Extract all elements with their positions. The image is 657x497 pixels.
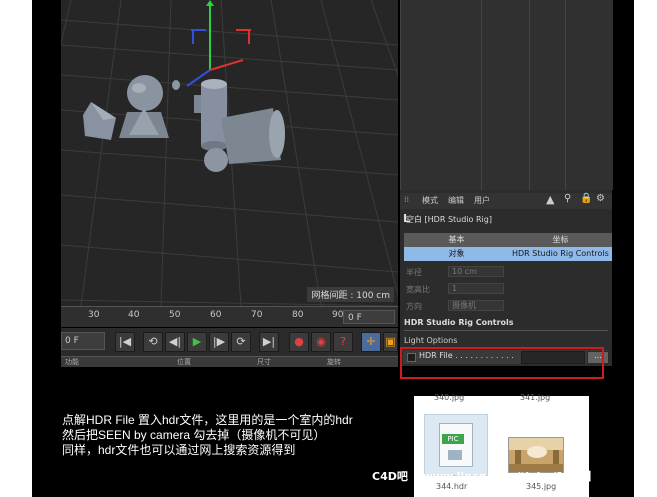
document-icon: PIC bbox=[439, 423, 473, 467]
coord-tab[interactable]: 功能 bbox=[65, 357, 79, 367]
play-backward-icon[interactable]: ◀| bbox=[165, 332, 185, 352]
tab-basic[interactable]: 基本 bbox=[404, 233, 509, 247]
radius-label: 半径 bbox=[406, 268, 422, 277]
world-axis bbox=[186, 0, 251, 87]
attribute-menu-bar: ⁞⁞ 模式 编辑 用户 ▲ ⚲ 🔒 ⚙ bbox=[400, 193, 612, 209]
timeline-tick: 70 bbox=[251, 310, 263, 320]
autokey-icon[interactable]: ◉ bbox=[311, 332, 331, 352]
tab-coord[interactable]: 坐标 bbox=[509, 233, 612, 247]
coord-tab[interactable]: 尺寸 bbox=[257, 357, 271, 367]
aspect-field[interactable]: 1 bbox=[448, 283, 504, 294]
aspect-label: 宽高比 bbox=[406, 285, 430, 294]
caption-line: 点解HDR File 置入hdr文件，这里用的是一个室内的hdr bbox=[62, 413, 353, 427]
timeline-tick: 50 bbox=[169, 310, 181, 320]
column-divider bbox=[529, 0, 530, 190]
timeline-tick: 90 bbox=[332, 310, 344, 320]
go-to-start-icon[interactable]: |◀ bbox=[115, 332, 135, 352]
3d-viewport[interactable]: 网格间距 : 100 cm bbox=[61, 0, 398, 306]
coord-tab[interactable]: 位置 bbox=[177, 357, 191, 367]
move-tool-icon[interactable]: ✛ bbox=[361, 332, 381, 352]
grid-spacing-label: 网格间距 : 100 cm bbox=[307, 287, 394, 302]
play-icon[interactable]: ▶ bbox=[187, 332, 207, 352]
direction-label: 方向 bbox=[406, 302, 422, 311]
menu-mode[interactable]: 模式 bbox=[422, 195, 438, 206]
menu-user[interactable]: 用户 bbox=[474, 195, 490, 206]
object-title: 空白 [HDR Studio Rig] bbox=[406, 215, 492, 224]
caption-line: 同样，hdr文件也可以通过网上搜索资源得到 bbox=[62, 443, 296, 457]
section-title: HDR Studio Rig Controls bbox=[404, 318, 514, 327]
highlight-box bbox=[400, 347, 604, 379]
timeline-tick: 40 bbox=[128, 310, 140, 320]
light-options-heading: Light Options bbox=[404, 336, 458, 345]
direction-select[interactable]: 摄像机 bbox=[448, 300, 504, 311]
step-back-icon[interactable]: ⟲ bbox=[143, 332, 163, 352]
tab-object[interactable]: 对象 bbox=[404, 247, 509, 261]
play-forward-icon[interactable]: |▶ bbox=[209, 332, 229, 352]
keyframe-icon[interactable]: ? bbox=[333, 332, 353, 352]
transport-bar: 0 F |◀ ⟲ ◀| ▶ |▶ ⟳ ▶| ● ◉ ? ✛ ▣ bbox=[61, 328, 398, 356]
column-divider bbox=[565, 0, 566, 190]
tutorial-caption: 点解HDR File 置入hdr文件，这里用的是一个室内的hdr 然后把SEEN… bbox=[62, 413, 353, 458]
search-icon[interactable]: ⚲ bbox=[564, 193, 571, 204]
start-frame-field[interactable]: 0 F bbox=[61, 332, 105, 350]
menu-edit[interactable]: 编辑 bbox=[448, 195, 464, 206]
radius-field[interactable]: 10 cm bbox=[448, 266, 504, 277]
settings-icon[interactable]: ⚙ bbox=[596, 193, 605, 204]
file-name[interactable]: 340.jpg bbox=[434, 393, 464, 402]
object-manager[interactable] bbox=[400, 0, 613, 190]
current-frame-field[interactable]: 0 F bbox=[343, 310, 395, 324]
timeline-tick: 80 bbox=[292, 310, 304, 320]
coordinates-bar: 功能 位置 尺寸 旋转 bbox=[61, 356, 398, 367]
step-forward-icon[interactable]: ⟳ bbox=[231, 332, 251, 352]
right-panel: ⁞⁞ 模式 编辑 用户 ▲ ⚲ 🔒 ⚙ L 空白 [HDR Studio Rig… bbox=[400, 0, 613, 366]
pic-badge: PIC bbox=[442, 434, 464, 444]
puzzle-icon bbox=[448, 450, 462, 460]
scale-tool-icon[interactable]: ▣ bbox=[383, 332, 398, 352]
watermark: C4D吧 【www.lincg.com/tieba/1799】 bbox=[372, 470, 598, 483]
timeline-tick: 60 bbox=[210, 310, 222, 320]
section-divider bbox=[404, 330, 608, 331]
arrow-cursor-icon[interactable]: ▲ bbox=[546, 193, 554, 206]
lock-icon[interactable]: 🔒 bbox=[580, 193, 592, 204]
go-to-end-icon[interactable]: ▶| bbox=[259, 332, 279, 352]
caption-line: 然后把SEEN by camera 勾去掉（摄像机不可见） bbox=[62, 428, 326, 442]
coord-tab[interactable]: 旋转 bbox=[327, 357, 341, 367]
record-icon[interactable]: ● bbox=[289, 332, 309, 352]
grip-icon: ⁞⁞ bbox=[404, 195, 410, 204]
tab-rig-controls[interactable]: HDR Studio Rig Controls bbox=[509, 247, 612, 261]
file-name[interactable]: 341.jpg bbox=[520, 393, 550, 402]
viewport-scene bbox=[61, 0, 398, 306]
timeline-tick: 30 bbox=[88, 310, 100, 320]
column-divider bbox=[481, 0, 482, 190]
hdr-file-icon[interactable]: PIC bbox=[424, 414, 488, 476]
